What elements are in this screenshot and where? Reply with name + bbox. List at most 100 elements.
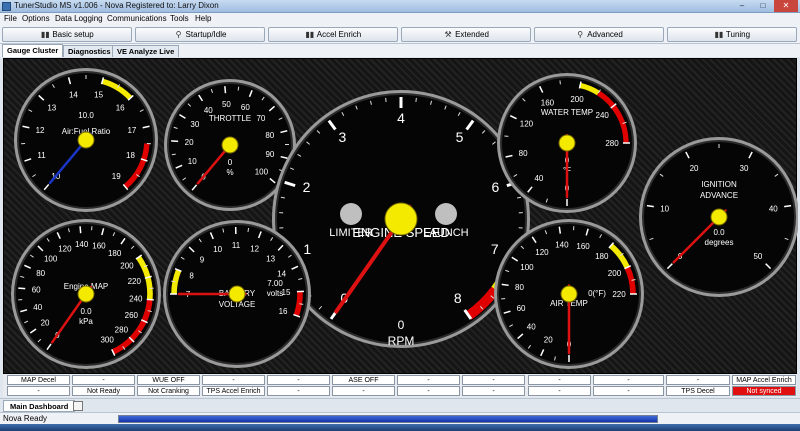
maximize-button[interactable]: □ [753,0,773,12]
tuning-button[interactable]: ▮▮ Tuning [667,27,797,42]
gauge-value: 7.00 [267,279,283,288]
add-dashboard-icon[interactable] [73,401,83,411]
tick-label: 200 [120,261,134,270]
gauge-value: 0 [398,318,405,332]
status-bar: Nova Ready [0,412,800,424]
menu-bar: File Options Data Logging Communications… [0,13,800,25]
gauge-label: THROTTLE [209,114,251,123]
tick-label: 18 [126,151,135,160]
tick-label: 180 [108,249,122,258]
gauge-value: 0 [228,158,233,167]
tick-label: 140 [75,240,89,249]
indicator-panel: MAP Decel - WUE OFF - - ASE OFF - - - - - MAP Accel… [3,374,797,397]
tick-label: 60 [517,304,526,313]
tick-label: 80 [36,269,45,278]
tick-label: 180 [595,252,609,261]
gauge-cluster: 10111213141516171819Air:Fuel Ratio10.001… [3,58,798,374]
tick-label: 120 [520,119,534,128]
menu-help[interactable]: Help [195,14,211,23]
startup-idle-button[interactable]: ⚲ Startup/Idle [135,27,265,42]
minor-tick [280,196,285,199]
indicator-row2-0: - [7,386,70,396]
tick-label: 20 [690,164,699,173]
tick-label: 8 [189,271,194,280]
needle-hub [228,285,246,303]
minor-tick [171,153,176,156]
dashboard-tabs: Main Dashboard [0,398,800,412]
minimize-button[interactable]: – [732,0,752,12]
tick-label: 160 [92,242,106,251]
advanced-button[interactable]: ⚲ Advanced [534,27,664,42]
minor-tick [517,196,522,199]
gauge-value: 0.0 [80,307,92,316]
tick-label: 160 [576,242,590,251]
needle-hub [384,202,418,236]
tick-label: 16 [116,104,125,113]
tick-label: 260 [125,311,139,320]
tick-label: 240 [596,111,610,120]
indicator-row2-1: Not Ready [72,386,135,396]
tick-label: 50 [753,252,762,261]
tick-label: 30 [740,164,749,173]
tick-label: 1 [303,241,311,257]
menu-file[interactable]: File [4,14,17,23]
tick-label: 14 [277,270,286,279]
tick-label: 10 [188,157,197,166]
menu-tools[interactable]: Tools [170,14,189,23]
toolbar: ▮▮ Basic setup ⚲ Startup/Idle ▮▮ Accel Enri… [0,25,800,44]
tick-label: 3 [339,129,347,145]
tick-label: 200 [570,95,584,104]
menu-options[interactable]: Options [22,14,50,23]
gauge-afr: 10111213141516171819Air:Fuel Ratio10.0 [14,68,158,212]
tab-ve-analyze-live[interactable]: VE Analyze Live [112,45,180,57]
tuning-icon: ▮▮ [714,30,724,39]
gauge-air: 020406080100120140160180200220AIR TEMP0(… [494,219,644,369]
tick-mark [501,283,509,287]
limiter-light [340,203,362,225]
tick-label: 80 [519,149,528,158]
gauge-units: volts [267,289,283,298]
menu-data-logging[interactable]: Data Logging [55,14,103,23]
indicator-row2-4: - [267,386,330,396]
tab-gauge-cluster[interactable]: Gauge Cluster [2,44,64,57]
gauge-value: 0.0 [713,228,725,237]
indicator-row1-1: - [72,375,135,385]
indicator-row1-8: - [528,375,591,385]
tick-label: 12 [36,126,45,135]
gauge-value: 10.0 [78,111,94,120]
tick-label: 100 [520,263,534,272]
needle-hub [221,136,239,154]
tick-label: 80 [515,283,524,292]
gauge-rpm: 012345678ENGINE SPEEDx10000RPMLIMITERLAU… [272,90,530,348]
indicator-row1-3: - [202,375,265,385]
tick-mark [18,287,26,290]
gauge-label: IGNITION [701,180,737,189]
tick-label: 140 [555,241,569,250]
tick-label: 5 [456,129,464,145]
tick-label: 80 [265,131,274,140]
tick-label: 6 [492,179,500,195]
tick-mark [224,86,227,94]
indicator-row2-2: Not Cranking [137,386,200,396]
title-bar: TunerStudio MS v1.006 - Nova Registered … [0,0,800,13]
tab-main-dashboard[interactable]: Main Dashboard [3,400,76,412]
minor-tick [237,86,240,91]
tick-mark [79,226,82,234]
tick-label: 20 [41,319,50,328]
indicator-row2-7: - [462,386,525,396]
indicator-row1-11: MAP Accel Enrich [732,375,796,385]
tick-label: 9 [200,256,205,265]
basic-setup-button[interactable]: ▮▮ Basic setup [2,27,132,42]
extended-button[interactable]: ⚒ Extended [401,27,531,42]
gauge-water: 04080120160200240280WATER TEMP0°F [497,73,637,213]
accel-enrich-button[interactable]: ▮▮ Accel Enrich [268,27,398,42]
needle-hub [77,285,95,303]
tick-label: 40 [534,174,543,183]
tick-label: 15 [94,91,103,100]
menu-communications[interactable]: Communications [107,14,167,23]
indicator-row2-5: - [332,386,395,396]
tab-diagnostics[interactable]: Diagnostics [63,45,116,57]
extended-icon: ⚒ [444,30,452,39]
status-text: Nova Ready [3,414,48,423]
close-button[interactable]: ✕ [774,0,798,12]
